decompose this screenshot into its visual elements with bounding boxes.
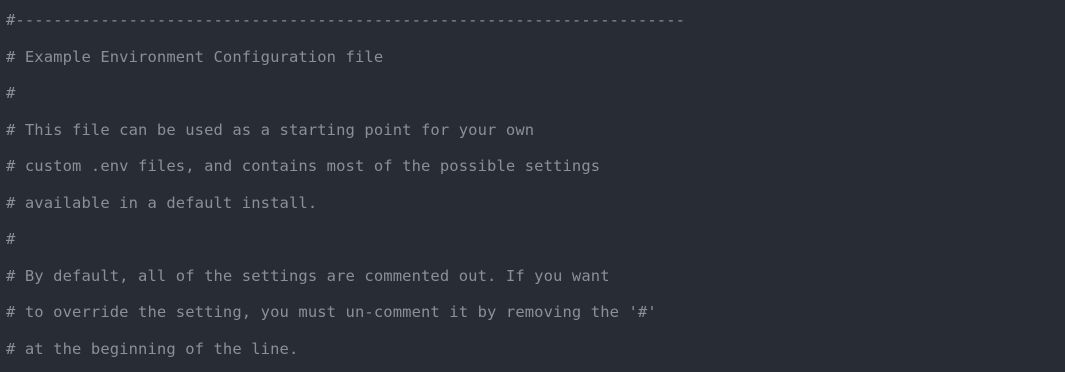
code-line: # at the beginning of the line. bbox=[6, 339, 299, 358]
code-line: # to override the setting, you must un-c… bbox=[6, 303, 657, 321]
code-line: # bbox=[6, 230, 16, 248]
code-line: # Example Environment Configuration file bbox=[6, 47, 384, 66]
code-line: #---------------------------------------… bbox=[6, 11, 686, 29]
code-line: # This file can be used as a starting po… bbox=[6, 120, 535, 139]
code-line: # custom .env files, and contains most o… bbox=[6, 157, 601, 175]
code-editor[interactable]: #---------------------------------------… bbox=[0, 0, 1065, 372]
code-line: # available in a default install. bbox=[6, 193, 318, 212]
code-line: # bbox=[6, 84, 16, 102]
code-line: # By default, all of the settings are co… bbox=[6, 266, 610, 285]
